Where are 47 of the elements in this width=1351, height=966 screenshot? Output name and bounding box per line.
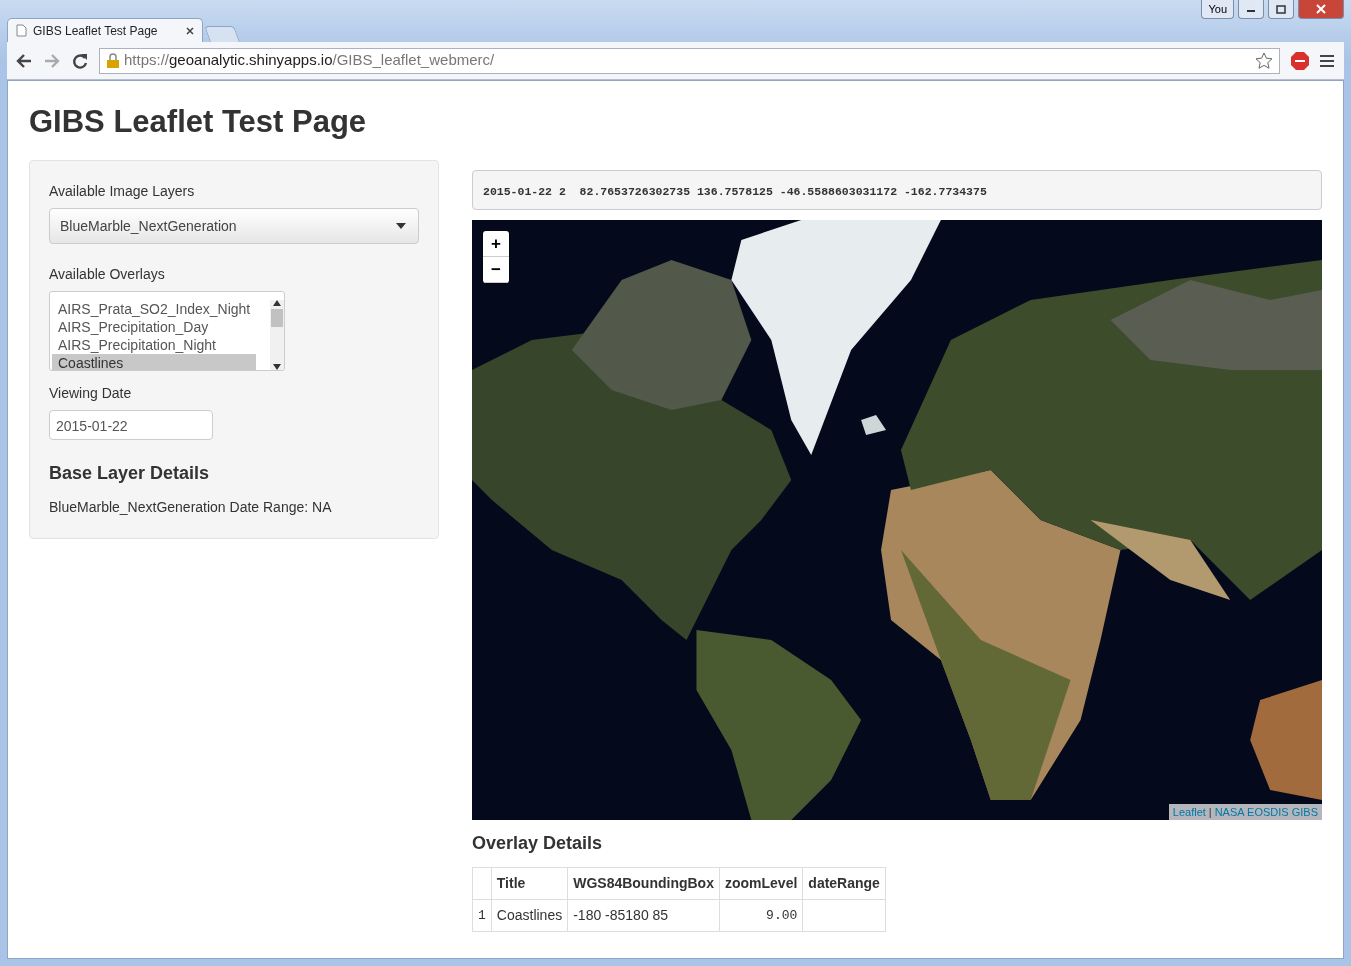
star-icon[interactable] [1255,51,1273,70]
lock-warning-icon [106,52,120,69]
back-icon[interactable] [15,52,33,69]
close-button[interactable] [1298,0,1344,19]
zoom-out-button[interactable]: − [483,257,509,284]
overlay-listbox[interactable]: AIRS_Prata_SO2_Index_Night AIRS_Precipitation_Day AIRS_Precipitation_Night Coastlines [49,291,285,372]
date-input[interactable]: 2015-01-22 [49,410,213,441]
zoom-in-button[interactable]: + [483,231,509,258]
list-option[interactable]: AIRS_Prata_SO2_Index_Night [52,300,257,319]
url-text: https://geoanalytic.shinyapps.io/GIBS_leaflet_webmerc/ [124,50,495,71]
separator-text: | [1208,804,1212,820]
maximize-button[interactable] [1268,0,1294,19]
map-bounds-text: 2015-01-22 2 82.7653726302735 136.7578125 -46.5588603031172 -162.7734375 [472,170,1322,211]
field-label: Available Overlays [49,265,166,285]
base-layer-details: BlueMarble_NextGeneration Date Range: NA [49,498,333,518]
layer-select[interactable]: BlueMarble_NextGeneration [49,208,419,245]
close-icon [1316,4,1326,14]
table-cell: Coastlines [491,899,568,932]
menu-icon[interactable] [1320,53,1336,68]
minimize-button[interactable] [1238,0,1264,19]
table-cell: -180 -85180 85 [567,899,720,932]
section-heading: Overlay Details [472,832,604,856]
scrollbar-thumb[interactable] [271,309,283,328]
scroll-up-icon[interactable] [273,300,281,307]
list-option[interactable]: AIRS_Precipitation_Day [52,318,257,337]
scrollbar[interactable] [270,300,284,371]
scroll-down-icon[interactable] [273,364,281,371]
reload-icon[interactable] [71,51,89,70]
column-header: zoomLevel [719,867,803,900]
field-label: Available Image Layers [49,182,196,202]
column-header: dateRange [802,867,886,900]
profile-button[interactable]: You [1201,0,1234,19]
table-cell: 9.00 [719,899,803,932]
page-title: GIBS Leaflet Test Page [29,103,368,141]
caret-icon [396,223,406,230]
section-heading: Base Layer Details [49,462,211,486]
list-option[interactable]: AIRS_Precipitation_Night [52,336,257,355]
row-index: 1 [472,899,492,932]
column-header: Title [491,867,568,900]
browser-tab[interactable]: GIBS Leaflet Test Page [7,18,203,42]
list-option[interactable]: Coastlines [52,354,257,371]
field-label: Viewing Date [49,384,133,404]
close-icon[interactable] [186,26,194,35]
address-bar[interactable]: https://geoanalytic.shinyapps.io/GIBS_leaflet_webmerc/ [99,47,1280,74]
page-icon [16,24,27,37]
column-header: WGS84BoundingBox [567,867,720,900]
maximize-icon [1276,4,1286,14]
